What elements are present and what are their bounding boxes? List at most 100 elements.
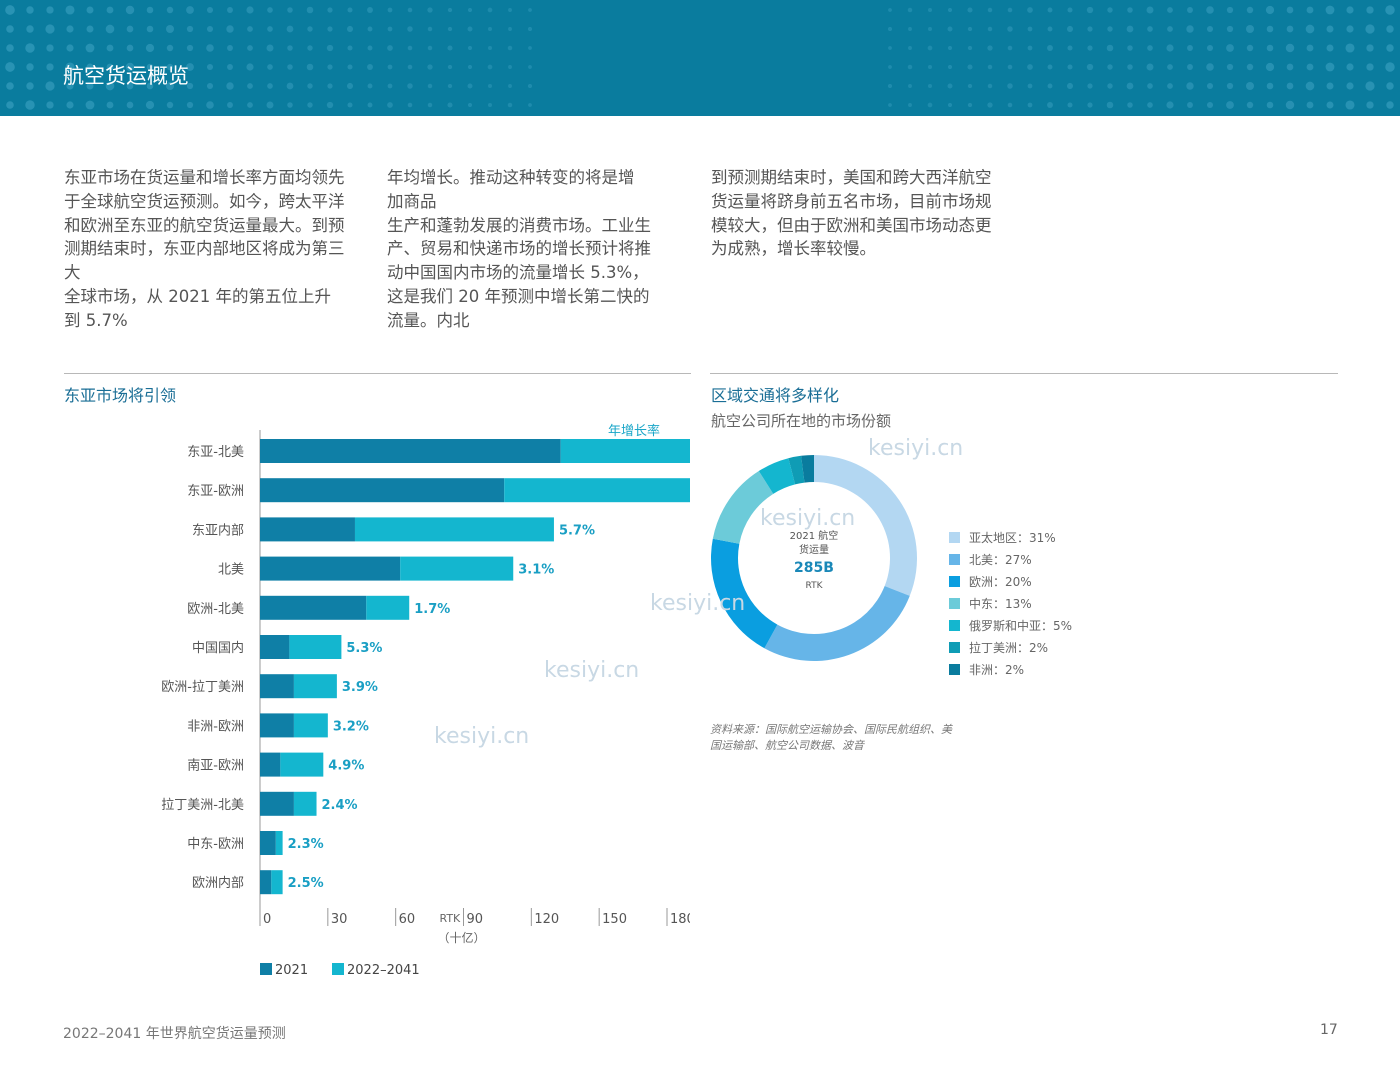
header-dot [1126, 25, 1134, 33]
header-dot [888, 65, 892, 69]
header-dot [528, 8, 532, 12]
header-dot [1087, 83, 1093, 89]
x-tick-label: 30 [331, 912, 348, 927]
header-dot [347, 102, 353, 108]
header-dot [528, 103, 532, 107]
x-tick-label: 90 [467, 912, 484, 927]
header-dot [1127, 7, 1133, 13]
donut-slice [712, 471, 774, 544]
header-dot [1147, 45, 1153, 51]
header-dot [887, 26, 893, 32]
header-dot [927, 7, 933, 13]
header-dot [507, 102, 513, 108]
header-dot [206, 63, 214, 71]
header-dot [247, 45, 253, 51]
category-label: 中国国内 [192, 640, 244, 656]
category-label: 欧洲-北美 [187, 602, 244, 617]
header-dot [508, 27, 512, 31]
header-dot [326, 44, 334, 52]
body-text-column-1: 东亚市场在货运量和增长率方面均领先 于全球航空货运预测。如今，跨太平洋 和欧洲至… [64, 168, 345, 330]
header-dot [246, 6, 254, 14]
header-dot [1306, 101, 1314, 109]
header-dot [507, 45, 513, 51]
header-dot [1007, 83, 1013, 89]
header-dot [1047, 26, 1053, 32]
header-dot [888, 8, 892, 12]
header-dot [106, 101, 114, 109]
legend-label: 2021 [275, 963, 308, 978]
header-dot [326, 101, 334, 109]
header-dot [1226, 25, 1234, 33]
header-dot [206, 82, 214, 90]
growth-rate-label: 5.7% [559, 523, 595, 538]
header-dot [1027, 26, 1033, 32]
x-tick-label: 180 [670, 912, 690, 927]
header-dot [26, 6, 34, 14]
header-dot [1007, 26, 1013, 32]
header-dot [427, 102, 433, 108]
header-dot [367, 83, 373, 89]
section-divider-left [64, 373, 691, 374]
header-dot [347, 64, 353, 70]
header-dot [66, 25, 74, 33]
donut-slice [711, 538, 778, 649]
header-dot [407, 26, 413, 32]
header-dot [467, 26, 473, 32]
header-dot [987, 45, 993, 51]
header-dot [1086, 63, 1094, 71]
header-dot [447, 45, 453, 51]
header-dot [85, 43, 95, 53]
header-dot [1366, 63, 1374, 71]
header-dot [206, 101, 214, 109]
growth-rate-label: 3.2% [333, 719, 369, 734]
header-dot [1285, 43, 1295, 53]
header-dot [987, 83, 993, 89]
header-dot [1206, 82, 1214, 90]
category-label: 东亚-欧洲 [187, 484, 244, 499]
header-dot [508, 8, 512, 12]
legend-swatch [332, 963, 344, 975]
header-dot [327, 26, 333, 32]
header-dot [206, 44, 214, 52]
header-dot [888, 103, 892, 107]
header-dot [487, 64, 493, 70]
header-dot [1107, 26, 1113, 32]
bar-segment [260, 713, 294, 738]
header-dot [25, 100, 35, 110]
header-dot [1226, 6, 1234, 14]
header-dot [1187, 64, 1193, 70]
header-dot [467, 64, 473, 70]
header-dot [85, 100, 95, 110]
growth-rate-header: 年增长率 [608, 423, 660, 439]
header-dot [1326, 82, 1334, 90]
page-title: 航空货运概览 [63, 64, 189, 88]
header-dot [1306, 63, 1314, 71]
header-dot [1345, 100, 1355, 110]
header-dot [1107, 7, 1113, 13]
header-dot [1167, 83, 1173, 89]
header-dot [1245, 24, 1255, 34]
header-dot [447, 83, 453, 89]
header-dot [287, 102, 293, 108]
header-dot [527, 83, 533, 89]
header-dot [46, 44, 54, 52]
bar-segment [293, 713, 328, 738]
header-dot [1007, 64, 1013, 70]
header-dot [1147, 26, 1153, 32]
growth-rate-label: 4.9% [328, 759, 364, 774]
header-dot [1146, 6, 1154, 14]
header-dot [105, 24, 115, 34]
header-dot [347, 45, 353, 51]
header-dot [66, 101, 74, 109]
header-dot [1007, 102, 1013, 108]
donut-chart: 2021 航空货运量 285B RTK [711, 455, 917, 661]
header-dot [227, 64, 233, 70]
header-dot [967, 45, 973, 51]
donut-center-line: 货运量 [799, 543, 829, 556]
bar-segment [560, 439, 690, 463]
legend-swatch [949, 576, 960, 587]
header-dot [467, 45, 473, 51]
header-dot [1266, 82, 1274, 90]
growth-rate-label: 2.3% [288, 837, 324, 852]
header-dot [1047, 7, 1053, 13]
